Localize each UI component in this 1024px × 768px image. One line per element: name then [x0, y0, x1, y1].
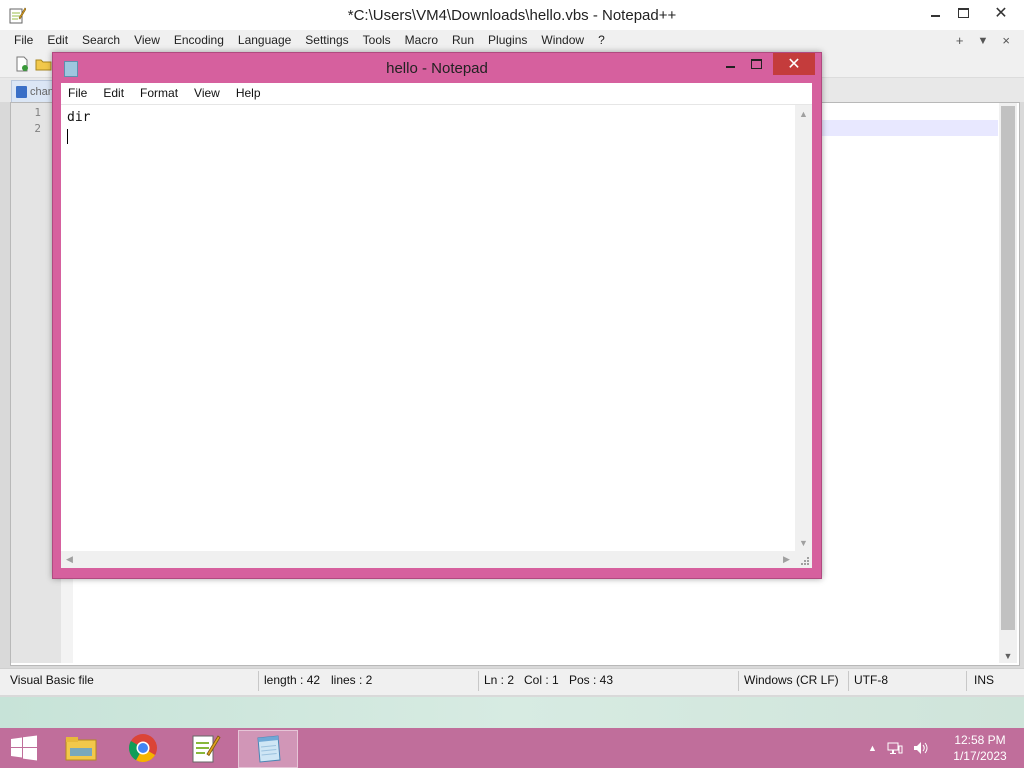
- network-icon[interactable]: [887, 741, 903, 755]
- npp-current-line-highlight: [820, 120, 998, 136]
- npp-scrollbar-thumb[interactable]: [1001, 106, 1015, 630]
- minimize-icon: [930, 15, 940, 17]
- status-length: length : 42: [264, 673, 321, 687]
- resize-grip-icon[interactable]: [795, 551, 812, 568]
- start-button[interactable]: [0, 728, 48, 768]
- notepad-minimize-button[interactable]: [717, 53, 743, 75]
- npp-close-button[interactable]: ✕: [978, 0, 1024, 26]
- maximize-icon: [957, 8, 969, 18]
- notepad-menu-edit[interactable]: Edit: [95, 83, 132, 104]
- status-divider: [478, 671, 479, 691]
- npp-menu-encoding[interactable]: Encoding: [167, 30, 231, 51]
- npp-menu-right-controls: + ▼ ×: [956, 30, 1010, 51]
- scroll-down-arrow-icon[interactable]: ▼: [795, 534, 812, 551]
- npp-tab-label: chan: [30, 86, 54, 98]
- status-divider: [848, 671, 849, 691]
- status-encoding[interactable]: UTF-8: [854, 673, 888, 687]
- minimize-icon: [725, 66, 735, 68]
- taskbar-clock[interactable]: 12:58 PM 1/17/2023: [940, 732, 1020, 764]
- status-file-type: Visual Basic file: [10, 673, 94, 687]
- notepad-horizontal-scrollbar[interactable]: ◀ ▶: [61, 551, 795, 568]
- npp-menu-settings[interactable]: Settings: [298, 30, 355, 51]
- chrome-icon: [129, 734, 157, 762]
- status-lines: lines : 2: [331, 673, 373, 687]
- clock-time: 12:58 PM: [954, 733, 1006, 747]
- npp-menu-plugins[interactable]: Plugins: [481, 30, 534, 51]
- npp-menubar: File Edit Search View Encoding Language …: [0, 30, 1024, 51]
- line-number-2: 2: [34, 122, 41, 135]
- notepad-menu-help[interactable]: Help: [228, 83, 269, 104]
- close-tab-button[interactable]: ×: [1002, 33, 1010, 48]
- status-divider: [738, 671, 739, 691]
- status-divider: [258, 671, 259, 691]
- open-file-icon[interactable]: [35, 56, 53, 72]
- notepad-icon: [257, 735, 281, 763]
- show-hidden-icons-icon[interactable]: ▲: [868, 743, 877, 753]
- new-file-icon[interactable]: [14, 56, 30, 72]
- notepad-plus-plus-icon: [192, 735, 221, 763]
- npp-menu-run[interactable]: Run: [445, 30, 481, 51]
- scroll-left-arrow-icon[interactable]: ◀: [61, 551, 78, 568]
- maximize-icon: [750, 59, 762, 69]
- status-column: Col : 1: [524, 673, 559, 687]
- tab-list-dropdown-button[interactable]: ▼: [978, 35, 989, 47]
- notepad-close-button[interactable]: ✕: [773, 53, 815, 75]
- npp-window-title: *C:\Users\VM4\Downloads\hello.vbs - Note…: [347, 7, 677, 24]
- system-tray: ▲: [868, 728, 929, 768]
- notepad-menu-file[interactable]: File: [61, 83, 95, 104]
- npp-menu-language[interactable]: Language: [231, 30, 298, 51]
- status-line: Ln : 2: [484, 673, 515, 687]
- file-explorer-icon: [65, 737, 97, 761]
- close-icon: ✕: [787, 56, 801, 73]
- windows-logo-icon: [11, 735, 37, 761]
- notepad-vertical-scrollbar[interactable]: ▲ ▼: [795, 105, 812, 551]
- npp-menu-view[interactable]: View: [127, 30, 167, 51]
- status-insert-mode[interactable]: INS: [974, 673, 994, 687]
- notepad-menubar: File Edit Format View Help: [61, 83, 812, 105]
- scroll-up-arrow-icon[interactable]: ▲: [795, 105, 812, 122]
- close-icon: ✕: [994, 5, 1008, 22]
- taskbar-chrome[interactable]: [114, 730, 172, 766]
- status-position: Pos : 43: [569, 673, 614, 687]
- taskbar-notepad[interactable]: [238, 730, 298, 768]
- npp-menu-file[interactable]: File: [0, 30, 40, 51]
- npp-menu-search[interactable]: Search: [75, 30, 127, 51]
- scroll-right-arrow-icon[interactable]: ▶: [778, 551, 795, 568]
- npp-menu-edit[interactable]: Edit: [40, 30, 75, 51]
- taskbar-notepad-plus-plus[interactable]: [176, 730, 234, 766]
- npp-menu-window[interactable]: Window: [534, 30, 591, 51]
- status-divider: [966, 671, 967, 691]
- npp-menu-macro[interactable]: Macro: [398, 30, 445, 51]
- desktop-background: [0, 697, 1024, 728]
- npp-menu-help[interactable]: ?: [591, 30, 612, 51]
- notepad-menu-view[interactable]: View: [186, 83, 228, 104]
- notepad-content: dir: [67, 110, 91, 125]
- text-cursor: [67, 129, 68, 144]
- status-eol-format[interactable]: Windows (CR LF): [744, 673, 839, 687]
- taskbar-file-explorer[interactable]: [52, 730, 110, 766]
- volume-icon[interactable]: [913, 741, 929, 755]
- notepad-window-title: hello - Notepad: [386, 60, 488, 77]
- notepad-maximize-button[interactable]: [743, 53, 769, 75]
- new-tab-button[interactable]: +: [956, 33, 964, 48]
- npp-menu-tools[interactable]: Tools: [356, 30, 398, 51]
- notepad-text-area[interactable]: dir: [61, 105, 802, 551]
- saved-file-icon: [16, 86, 27, 99]
- clock-date: 1/17/2023: [953, 749, 1007, 763]
- line-number-1: 1: [34, 106, 41, 119]
- npp-maximize-button[interactable]: [946, 0, 980, 26]
- notepad-menu-format[interactable]: Format: [132, 83, 186, 104]
- scroll-down-arrow-icon[interactable]: ▼: [999, 648, 1017, 664]
- notepad-window: hello - Notepad ✕ File Edit Format View …: [52, 52, 822, 579]
